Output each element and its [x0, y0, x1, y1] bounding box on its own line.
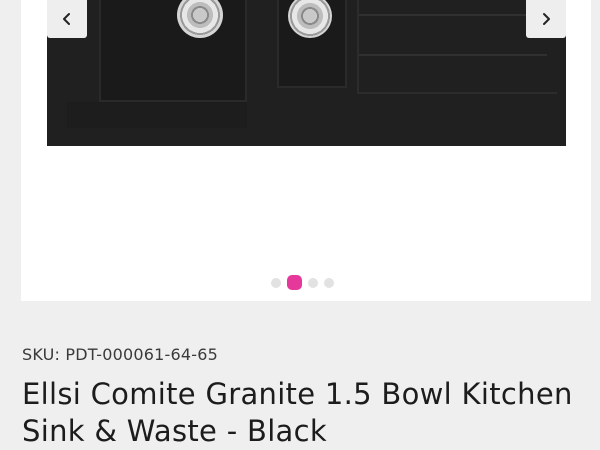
chevron-right-icon [543, 13, 550, 25]
main-bowl [99, 0, 247, 102]
gallery-dot[interactable] [324, 277, 334, 288]
product-image[interactable] [47, 0, 566, 146]
product-title: Ellsi Comite Granite 1.5 Bowl Kitchen Si… [22, 377, 573, 448]
gallery-next-button[interactable] [526, 0, 566, 38]
sink-base [67, 102, 247, 128]
gallery-dot[interactable] [308, 277, 318, 288]
chevron-left-icon [63, 13, 70, 25]
gallery-prev-button[interactable] [47, 0, 87, 38]
gallery-dot-active[interactable] [287, 275, 302, 290]
gallery-pagination [271, 275, 334, 290]
product-sku: SKU: PDT-000061-64-65 [22, 345, 218, 364]
gallery-dot[interactable] [271, 277, 281, 288]
